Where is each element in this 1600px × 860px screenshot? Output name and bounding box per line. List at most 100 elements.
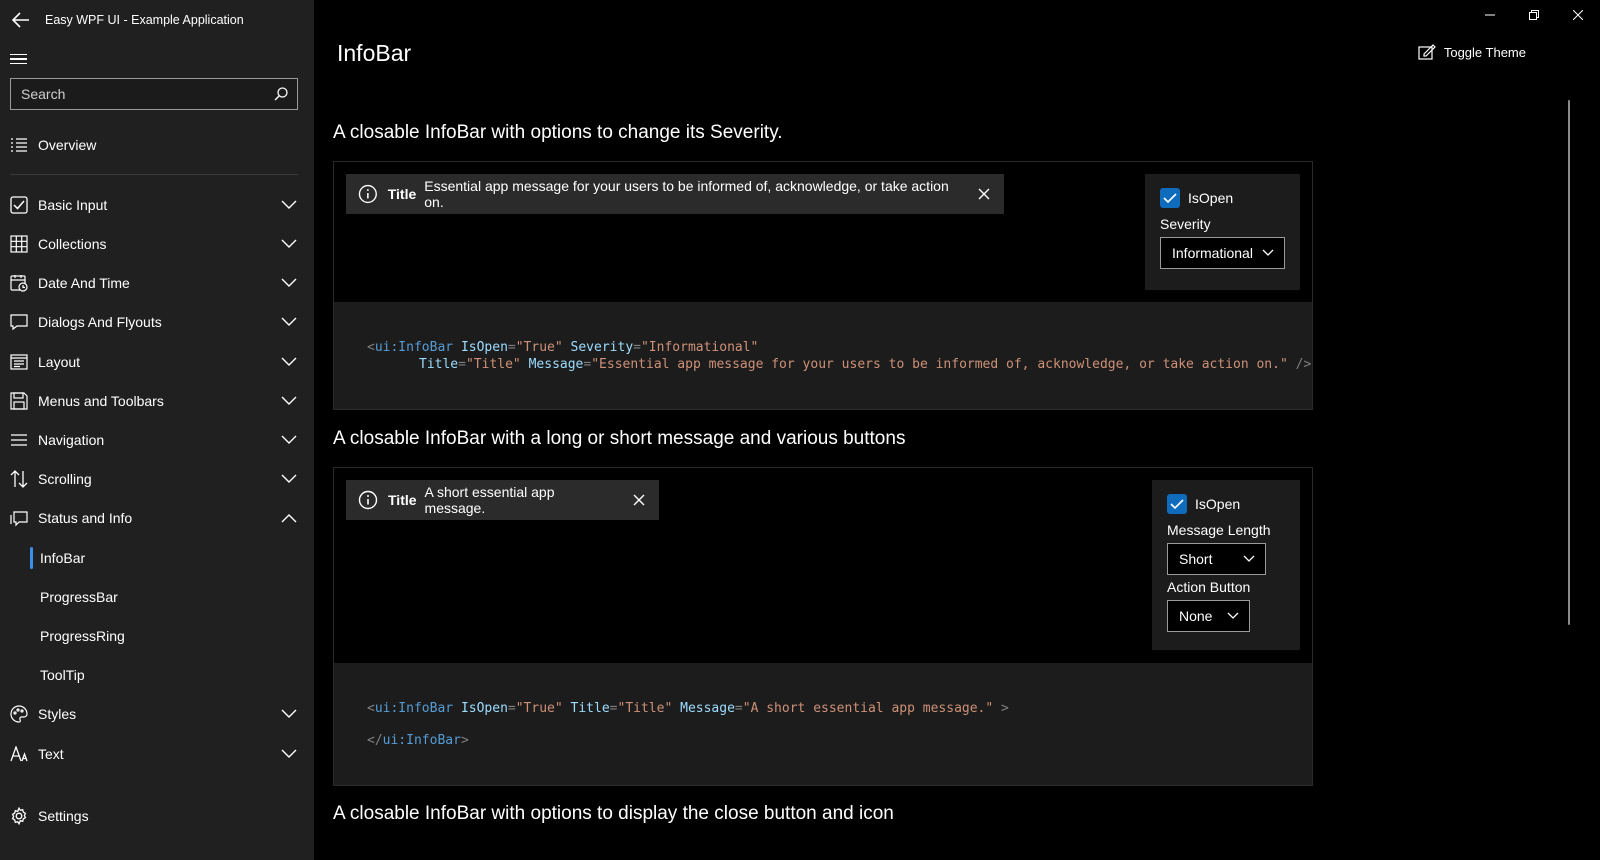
infobar-message: Essential app message for your users to … <box>424 178 949 210</box>
code-token: Title <box>419 357 459 372</box>
isopen-checkbox-row[interactable]: IsOpen <box>1167 494 1285 514</box>
severity-value: Informational <box>1172 245 1253 261</box>
nav-subitem-tooltip[interactable]: ToolTip <box>40 655 85 694</box>
code-token: Message <box>528 357 584 372</box>
code-token: "Title" <box>617 701 673 716</box>
infobar-title: Title <box>388 492 417 508</box>
restore-button[interactable] <box>1512 0 1556 30</box>
minimize-button[interactable] <box>1468 0 1512 30</box>
code-token: = <box>507 340 516 355</box>
code-line: <ui:InfoBar IsOpen="True" Title="Title" … <box>367 701 1009 716</box>
layout-icon <box>0 353 38 370</box>
code-token: = <box>609 701 618 716</box>
hamburger-icon[interactable] <box>10 50 28 68</box>
chevron-down-icon[interactable] <box>264 749 314 759</box>
main-content: InfoBar Toggle Theme A closable InfoBar … <box>314 0 1600 860</box>
section-title: A closable InfoBar with options to chang… <box>333 122 783 143</box>
example-card: Title Essential app message for your use… <box>333 161 1313 410</box>
nav-item-collections[interactable]: Collections <box>0 224 314 263</box>
nav-item-date-and-time[interactable]: Date And Time <box>0 263 314 302</box>
back-arrow-icon <box>12 12 29 28</box>
chevron-down-icon <box>1262 249 1274 256</box>
nav-item-scrolling[interactable]: Scrolling <box>0 459 314 498</box>
nav-label: Collections <box>38 235 107 252</box>
isopen-checkbox[interactable] <box>1167 494 1187 514</box>
nav-item-basic-input[interactable]: Basic Input <box>0 185 314 224</box>
severity-label: Severity <box>1160 216 1211 232</box>
close-window-button[interactable] <box>1556 0 1600 30</box>
code-token: = <box>507 701 516 716</box>
code-block: <ui:InfoBar IsOpen="True" Title="Title" … <box>334 663 1312 785</box>
nav-item-layout[interactable]: Layout <box>0 342 314 381</box>
infobar: Title A short essential app message. <box>346 480 659 520</box>
isopen-label: IsOpen <box>1188 190 1234 206</box>
nav-item-styles[interactable]: Styles <box>0 694 314 733</box>
search-input[interactable] <box>11 86 265 102</box>
code-token: ui:InfoBar <box>374 340 454 355</box>
chevron-down-icon <box>1243 555 1255 562</box>
pen-icon <box>1418 44 1436 60</box>
isopen-checkbox-row[interactable]: IsOpen <box>1160 188 1285 208</box>
chevron-up-icon[interactable] <box>264 513 314 523</box>
nav-label: Navigation <box>38 431 105 448</box>
code-token: > <box>1001 701 1009 716</box>
code-token: "Informational" <box>640 340 759 355</box>
code-token: Message <box>680 701 735 716</box>
code-token: /> <box>1295 357 1312 372</box>
search-icon[interactable] <box>265 86 297 102</box>
app-title: Easy WPF UI - Example Application <box>45 13 244 27</box>
search-box[interactable] <box>10 78 298 110</box>
calendar-icon <box>0 274 38 292</box>
infobar-title: Title <box>387 186 417 202</box>
nav-subitem-progressbar[interactable]: ProgressBar <box>40 577 118 616</box>
code-token: "A short essential app message." <box>742 701 994 716</box>
code-token: "Essential app message for your users to… <box>591 357 1288 372</box>
nav-item-status-and-info[interactable]: Status and Info <box>0 498 314 537</box>
palette-icon <box>0 704 38 723</box>
nav-subitem-progressring[interactable]: ProgressRing <box>40 616 125 655</box>
nav-item-navigation[interactable]: Navigation <box>0 420 314 459</box>
example-demo-area: Title A short essential app message. IsO… <box>334 468 1312 663</box>
nav-item-overview[interactable]: Overview <box>0 125 314 164</box>
chevron-down-icon[interactable] <box>264 278 314 288</box>
vertical-scrollbar[interactable] <box>1568 100 1570 625</box>
chevron-down-icon[interactable] <box>264 396 314 406</box>
chevron-down-icon[interactable] <box>264 200 314 210</box>
infobar-close-button[interactable] <box>965 174 1004 214</box>
chevron-down-icon[interactable] <box>264 239 314 249</box>
chevron-down-icon[interactable] <box>264 435 314 445</box>
chevron-down-icon[interactable] <box>264 317 314 327</box>
gear-icon <box>0 806 38 825</box>
message-length-label: Message Length <box>1167 522 1271 538</box>
nav-item-text[interactable]: Text <box>0 734 314 773</box>
close-icon <box>978 188 990 200</box>
message-length-combobox[interactable]: Short <box>1167 543 1266 575</box>
chevron-down-icon[interactable] <box>264 474 314 484</box>
severity-combobox[interactable]: Informational <box>1160 237 1285 269</box>
code-token: "Title" <box>465 357 521 372</box>
page-title: InfoBar <box>337 40 412 66</box>
action-button-combobox[interactable]: None <box>1167 600 1250 632</box>
code-token: = <box>458 357 466 372</box>
code-token: IsOpen <box>460 340 508 355</box>
code-token: "True" <box>515 701 563 716</box>
toggle-theme-button[interactable]: Toggle Theme <box>1418 44 1526 60</box>
code-token: "True" <box>515 340 563 355</box>
isopen-checkbox[interactable] <box>1160 188 1180 208</box>
isopen-label: IsOpen <box>1195 496 1241 512</box>
nav-item-settings[interactable]: Settings <box>0 796 314 835</box>
chevron-down-icon[interactable] <box>264 357 314 367</box>
nav-item-menus-and-toolbars[interactable]: Menus and Toolbars <box>0 381 314 420</box>
back-button[interactable] <box>2 0 40 40</box>
title-bar: Easy WPF UI - Example Application <box>0 0 314 40</box>
close-icon <box>1573 10 1583 20</box>
save-icon <box>0 391 38 410</box>
chevron-down-icon[interactable] <box>264 709 314 719</box>
code-token: ui:InfoBar <box>374 701 454 716</box>
nav-item-dialogs-and-flyouts[interactable]: Dialogs And Flyouts <box>0 302 314 341</box>
code-block: <ui:InfoBar IsOpen="True" Severity="Info… <box>334 302 1312 409</box>
toggle-theme-label: Toggle Theme <box>1443 44 1526 60</box>
code-token: < <box>367 701 375 716</box>
infobar-close-button[interactable] <box>619 480 659 520</box>
nav-subitem-infobar[interactable]: InfoBar <box>40 538 85 577</box>
